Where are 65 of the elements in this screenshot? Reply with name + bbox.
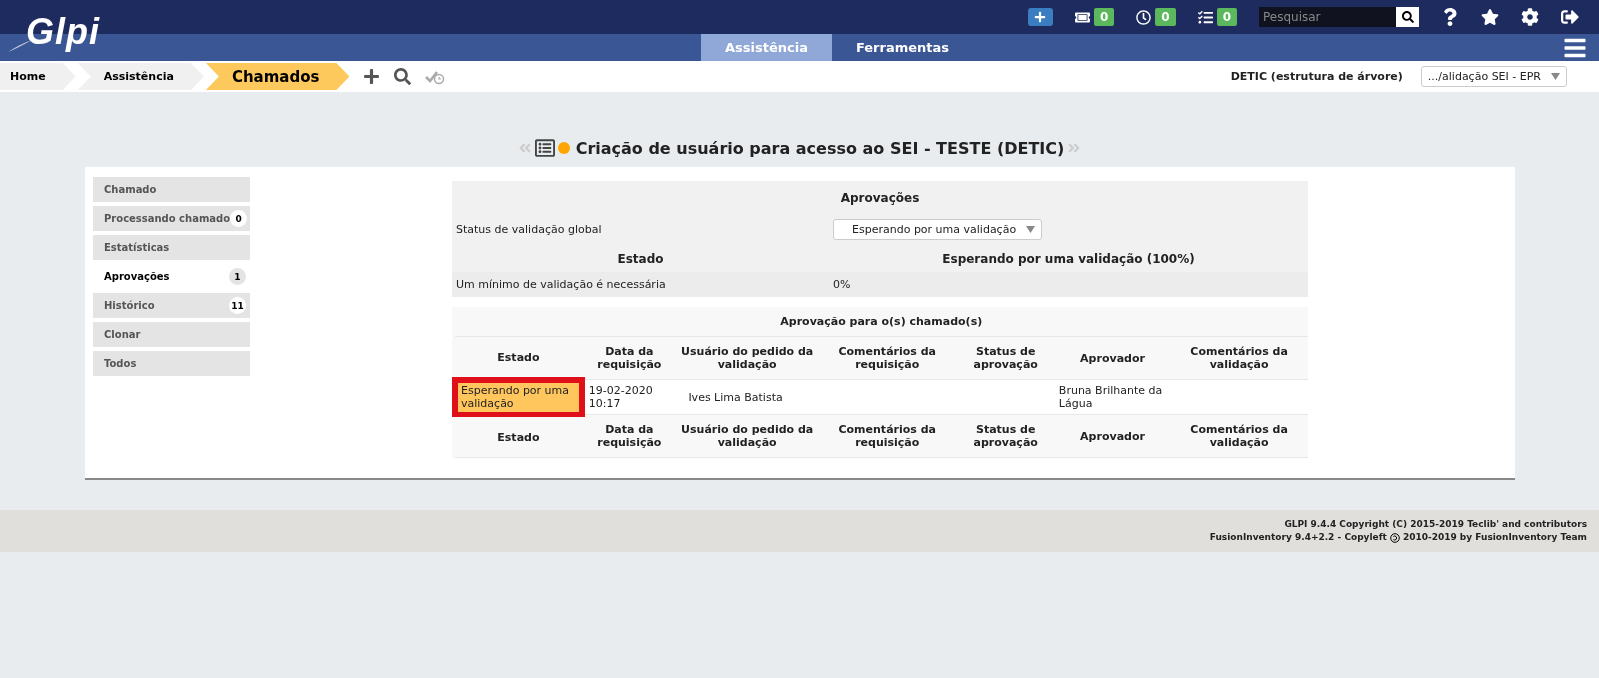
- column-header: Data da requisição: [582, 414, 677, 458]
- caret-icon[interactable]: [1551, 73, 1560, 80]
- table-title: Aprovação para o(s) chamado(s): [454, 307, 1308, 337]
- column-header: Estado: [454, 414, 583, 458]
- status-select[interactable]: Esperando por uma validação: [833, 219, 1043, 240]
- column-header: Status de aprovação: [956, 414, 1055, 458]
- checklist-icon[interactable]: [1197, 9, 1213, 25]
- column-header: Aprovador: [1054, 414, 1171, 458]
- sidebar-tab[interactable]: Estatísticas: [93, 235, 250, 260]
- field-label: Status de validação global: [455, 222, 603, 238]
- plus-icon: [1034, 11, 1047, 23]
- search-button[interactable]: [1396, 7, 1419, 27]
- count-badge: 0: [1093, 8, 1115, 26]
- count-badge: 0: [1155, 8, 1176, 26]
- count-badge: 0: [230, 210, 248, 227]
- column-header: Aprovador: [1054, 336, 1171, 380]
- column-header: Esperando por uma validação (100%): [941, 251, 1196, 268]
- column-header: Status de aprovação: [956, 336, 1055, 380]
- caret-icon[interactable]: [1026, 226, 1036, 233]
- status-dot: [557, 142, 570, 154]
- breadcrumb[interactable]: Home: [0, 63, 76, 90]
- star-icon[interactable]: [1481, 8, 1499, 26]
- count-badge: 0: [1216, 8, 1237, 26]
- menu-tab[interactable]: Ferramentas: [831, 34, 974, 61]
- column-header: Comentários da validação: [1170, 336, 1308, 380]
- column-header: Comentários da validação: [1170, 414, 1308, 458]
- copyleft-icon: [1389, 532, 1400, 543]
- sidebar-tab[interactable]: Todos: [93, 351, 250, 376]
- table-cell: Bruna Brilhante da Lágua: [1054, 379, 1171, 415]
- sidebar-tab[interactable]: Histórico 11: [93, 293, 250, 318]
- sidebar-tab[interactable]: Clonar: [93, 322, 250, 347]
- clock-icon[interactable]: [1136, 9, 1152, 25]
- logo[interactable]: Glpi: [6, 4, 100, 54]
- help-icon[interactable]: [1441, 8, 1459, 26]
- table-cell: 19-02-2020 10:17: [582, 379, 677, 415]
- footer-text: FusionInventory 9.4+2.2 - Copyleft: [1209, 531, 1387, 544]
- search-field[interactable]: Pesquisar: [1259, 7, 1396, 27]
- breadcrumb[interactable]: Assistência: [77, 63, 204, 90]
- footer-text: GLPI 9.4.4 Copyright (C) 2015-2019 Teclib' and contributors: [1284, 518, 1587, 531]
- panel-title: Aprovações: [839, 190, 921, 207]
- breadcrumb[interactable]: Chamados: [205, 63, 350, 90]
- count-badge: 1: [229, 268, 246, 285]
- column-header: Usuário do pedido da validação: [676, 414, 818, 458]
- column-header: Comentários da requisição: [817, 336, 957, 380]
- search-icon: [1401, 11, 1414, 23]
- column-header: Estado: [616, 251, 665, 268]
- settings-icon[interactable]: [1521, 8, 1539, 26]
- entity-label: DETIC (estrutura de árvore): [1230, 70, 1403, 83]
- entity-select[interactable]: .../alidação SEI - EPR: [1420, 66, 1567, 87]
- column-header: Comentários da requisição: [817, 414, 957, 458]
- status-cell: Esperando por uma validação: [454, 379, 583, 415]
- add-icon[interactable]: [363, 68, 381, 85]
- add-button[interactable]: [1027, 8, 1053, 26]
- ticket-title: Criação de usuário para acesso ao SEI - TESTE (DETIC): [575, 138, 1065, 158]
- sidebar-tab[interactable]: Processando chamado 0: [93, 206, 250, 231]
- footer-text: 2010-2019 by FusionInventory Team: [1402, 531, 1587, 544]
- count-badge: 11: [229, 297, 246, 314]
- field-label: Um mínimo de validação é necessária: [452, 272, 829, 297]
- table-cell: Ives Lima Batista: [676, 379, 818, 415]
- search-icon[interactable]: [394, 68, 412, 85]
- sidebar-tab[interactable]: Chamado: [93, 177, 250, 202]
- column-header: Usuário do pedido da validação: [676, 336, 818, 380]
- field-value: 0%: [829, 272, 1308, 297]
- list-icon[interactable]: [534, 138, 555, 158]
- logout-icon[interactable]: [1561, 8, 1579, 26]
